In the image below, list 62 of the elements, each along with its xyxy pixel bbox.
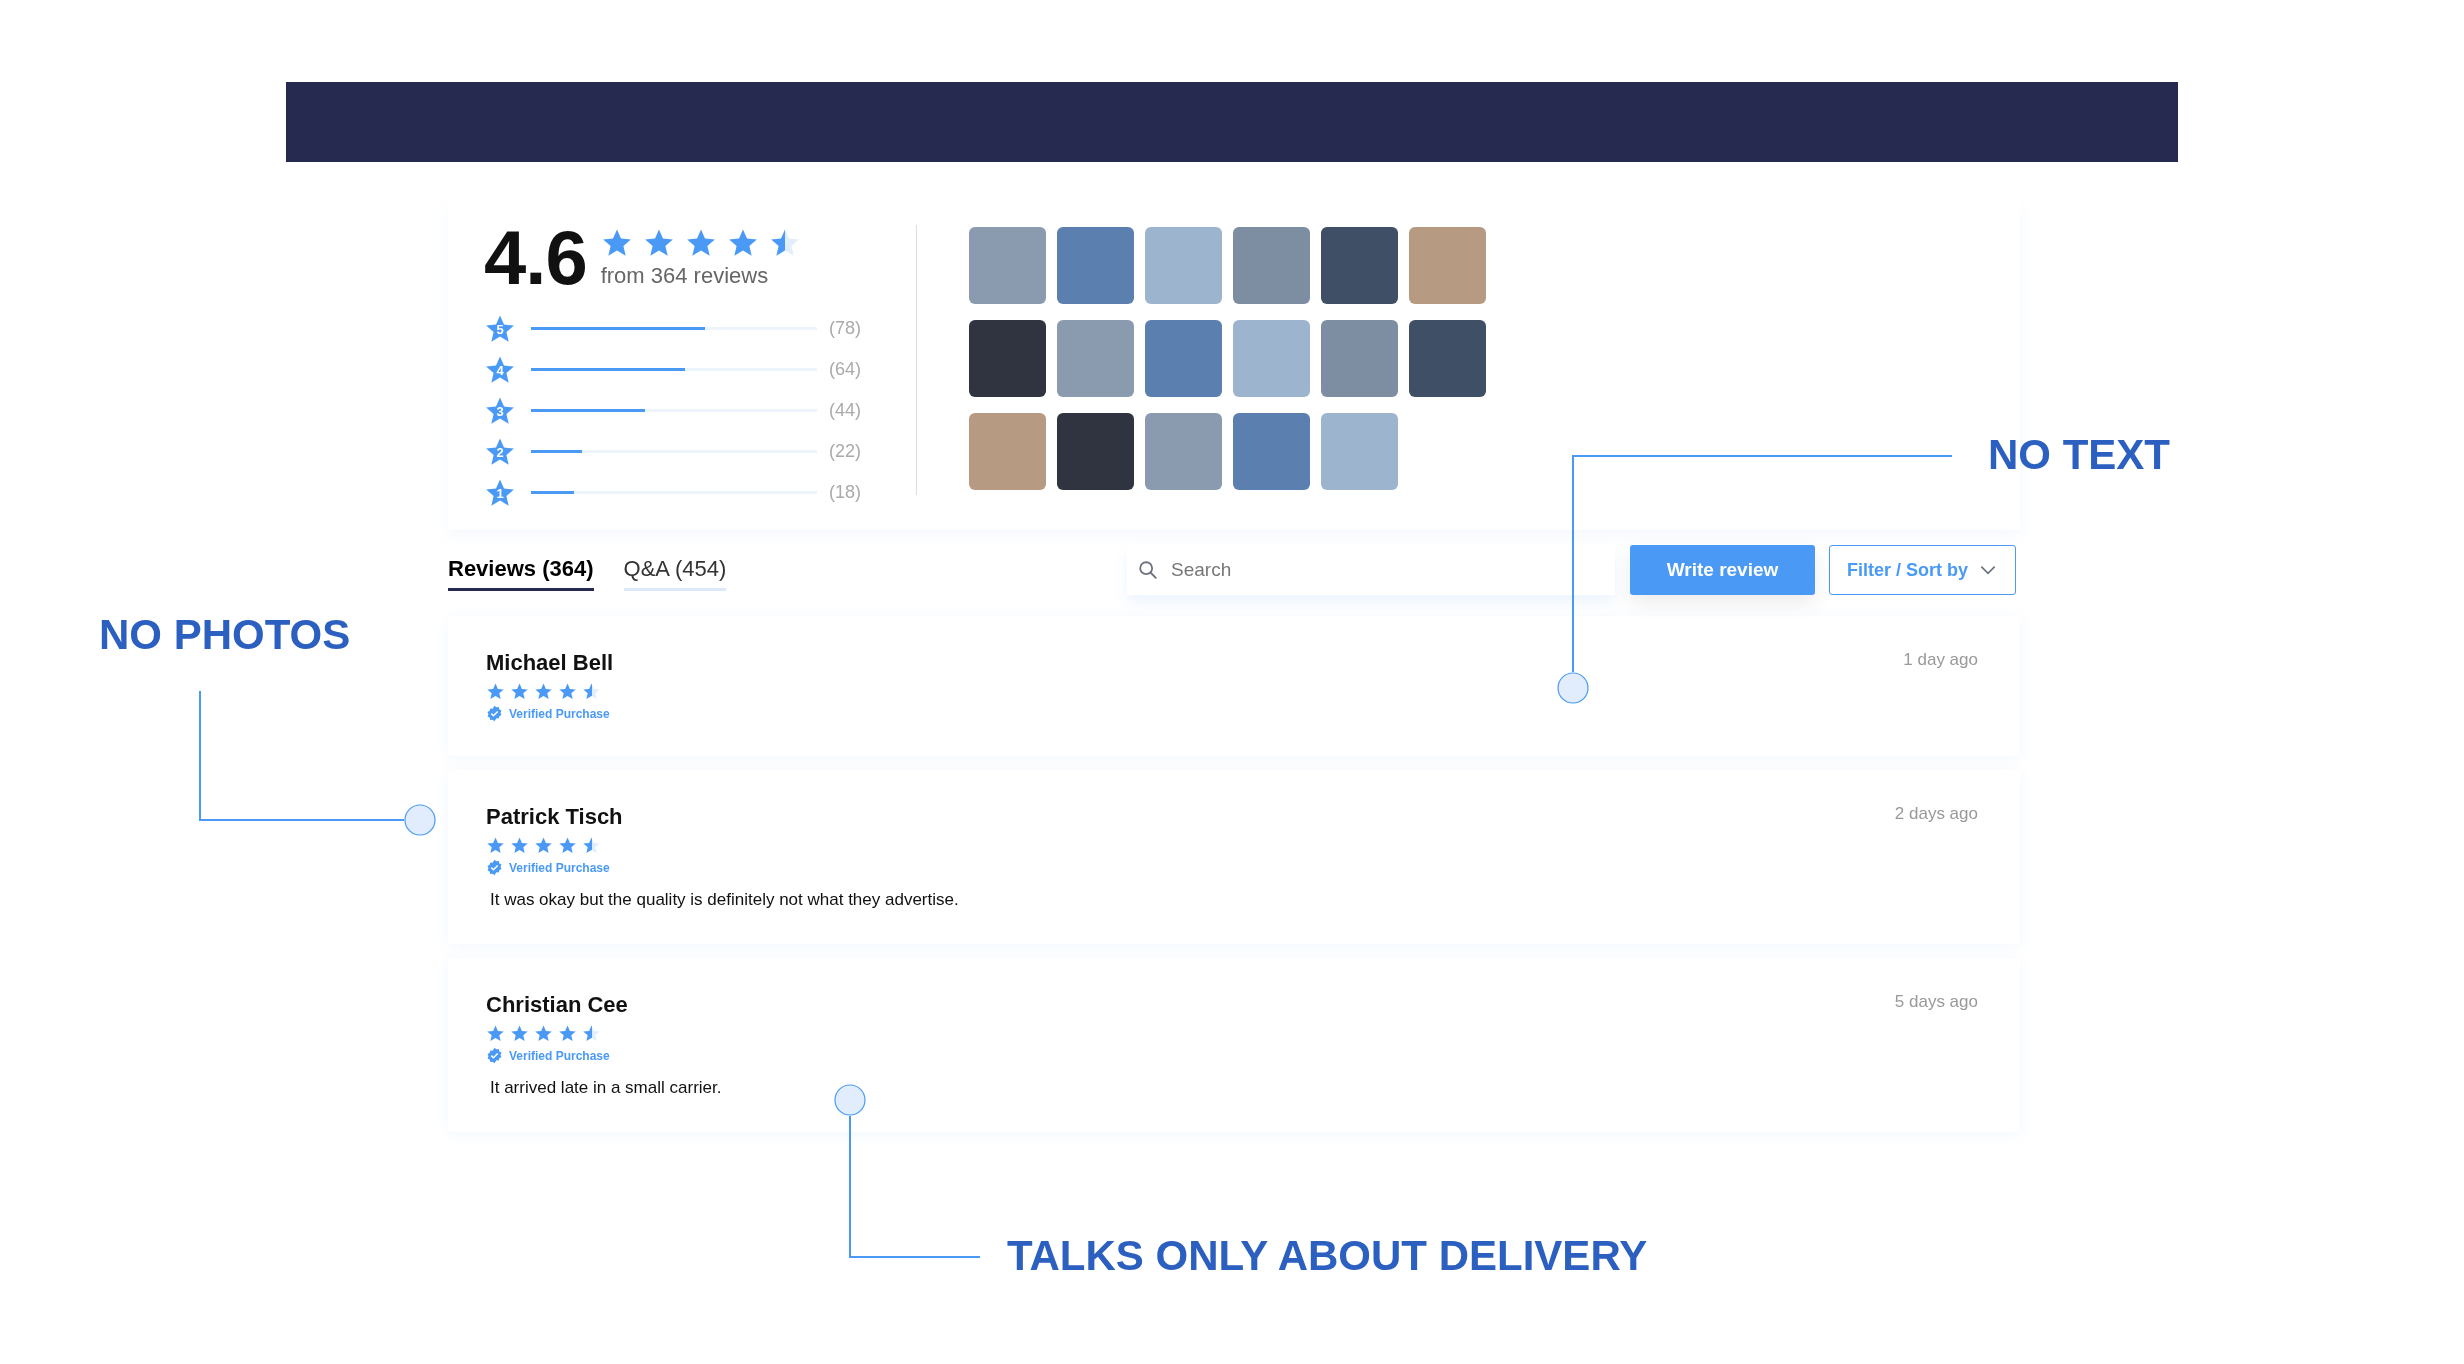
- verified-badge-icon: [486, 705, 503, 722]
- star-icon: [558, 1024, 577, 1043]
- verified-badge-icon: [486, 1047, 503, 1064]
- reviewer-name: Michael Bell: [486, 650, 614, 676]
- annotation-label: NO PHOTOS: [99, 610, 351, 660]
- tab[interactable]: Q&A (454): [623, 549, 727, 591]
- star-icon: [510, 836, 529, 855]
- annotation-label: NO TEXT: [1988, 430, 2170, 480]
- rating-value: 4.6: [484, 220, 587, 296]
- photo-placeholder[interactable]: [1057, 320, 1134, 397]
- rating-count: (22): [829, 441, 861, 462]
- callout-dot: [834, 1084, 866, 1116]
- star-icon: [486, 1024, 505, 1043]
- star-icon: [558, 836, 577, 855]
- reviewer-name: Patrick Tisch: [486, 804, 623, 830]
- rating-count: (78): [829, 318, 861, 339]
- star-icon: [534, 836, 553, 855]
- verified-badge-icon: [486, 859, 503, 876]
- review-time: 1 day ago: [1903, 650, 1978, 670]
- star-icon: [582, 836, 601, 855]
- photo-placeholder[interactable]: [1145, 320, 1222, 397]
- review-text: It arrived late in a small carrier.: [490, 1078, 723, 1098]
- photo-placeholder[interactable]: [969, 227, 1046, 304]
- star-icon: [582, 682, 601, 701]
- review-time: 5 days ago: [1894, 992, 1978, 1012]
- star-icon: [510, 682, 529, 701]
- search-field[interactable]: Search: [1127, 545, 1615, 595]
- star-icon: [534, 1024, 553, 1043]
- review-time: 2 days ago: [1894, 804, 1978, 824]
- photo-placeholder[interactable]: [1321, 413, 1398, 490]
- photo-placeholder[interactable]: [1233, 320, 1310, 397]
- verified-purchase-label: Verified Purchase: [509, 1048, 610, 1063]
- verified-purchase-label: Verified Purchase: [509, 860, 610, 875]
- photo-placeholder[interactable]: [1145, 413, 1222, 490]
- star-icon: [510, 1024, 529, 1043]
- photo-placeholder[interactable]: [969, 413, 1046, 490]
- rating-count: (44): [829, 400, 861, 421]
- callout-dot: [1557, 672, 1589, 704]
- review-count: from 364 reviews: [600, 263, 770, 289]
- annotation-label: TALKS ONLY ABOUT DELIVERY: [1007, 1231, 1648, 1281]
- photo-placeholder[interactable]: [1233, 227, 1310, 304]
- photo-placeholder[interactable]: [1321, 320, 1398, 397]
- star-icon: [486, 836, 505, 855]
- photo-placeholder[interactable]: [1057, 413, 1134, 490]
- tab[interactable]: Reviews (364): [448, 549, 594, 591]
- photo-placeholder[interactable]: [1233, 413, 1310, 490]
- rating-count: (64): [829, 359, 861, 380]
- verified-purchase-label: Verified Purchase: [509, 706, 610, 721]
- reviewer-name: Christian Cee: [486, 992, 628, 1018]
- photo-placeholder[interactable]: [1409, 320, 1486, 397]
- star-icon: [582, 1024, 601, 1043]
- star-icon: [486, 682, 505, 701]
- photo-placeholder[interactable]: [1057, 227, 1134, 304]
- photo-placeholder[interactable]: [969, 320, 1046, 397]
- photo-placeholder[interactable]: [1321, 227, 1398, 304]
- rating-count: (18): [829, 482, 861, 503]
- star-icon: [534, 682, 553, 701]
- photo-placeholder[interactable]: [1409, 227, 1486, 304]
- photo-placeholder[interactable]: [1145, 227, 1222, 304]
- review-text: It was okay but the quality is definitely not what they advertise.: [490, 890, 960, 910]
- star-icon: [558, 682, 577, 701]
- callout-dot: [404, 804, 436, 836]
